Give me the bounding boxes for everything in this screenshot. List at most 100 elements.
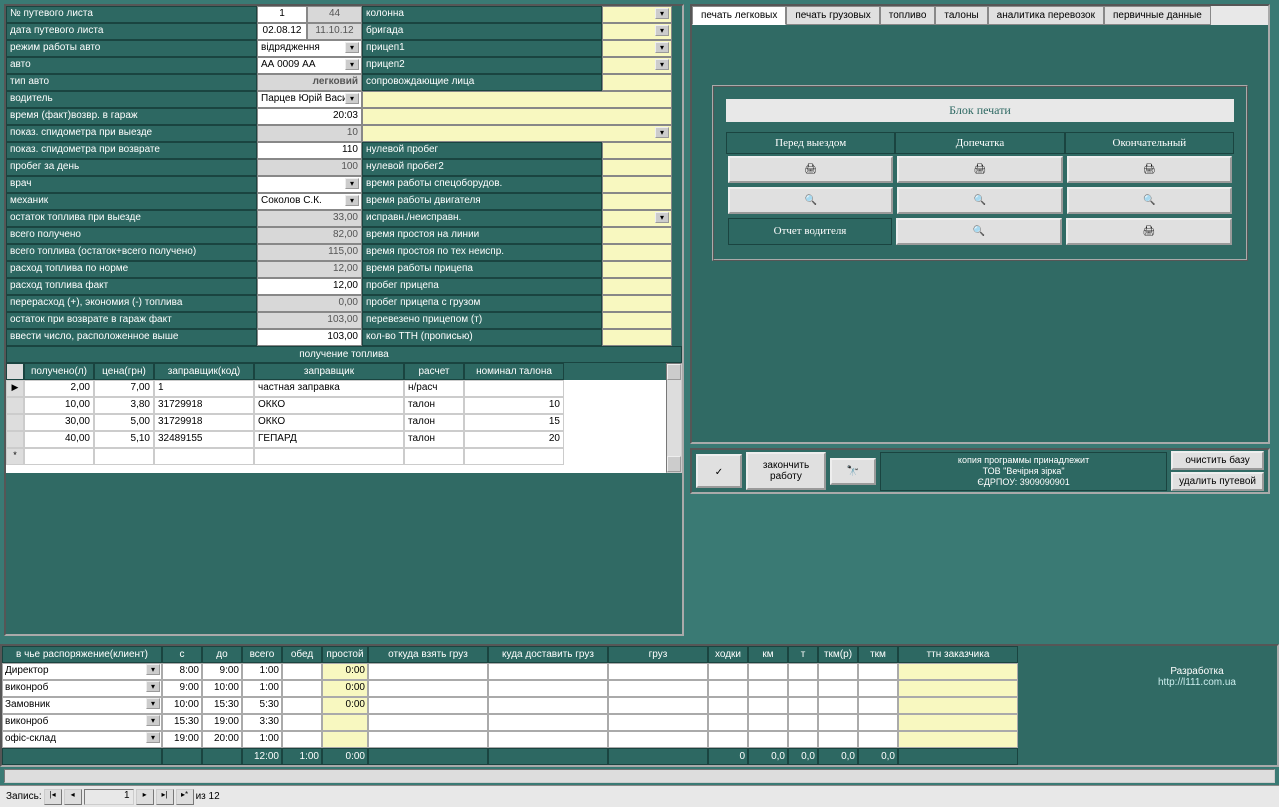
val-fuel-got[interactable]: 82,00 bbox=[257, 227, 362, 244]
fuel-row[interactable]: 30,005,0031729918ОККОталон15 bbox=[6, 414, 666, 431]
r-val-7[interactable] bbox=[362, 125, 672, 142]
ok-button[interactable]: ✓ bbox=[696, 454, 742, 488]
r-val-5[interactable] bbox=[362, 91, 672, 108]
h-scroll[interactable] bbox=[4, 769, 1275, 783]
val-rest-fact[interactable]: 103,00 bbox=[257, 312, 362, 329]
preview-btn-2[interactable]: 🔍 bbox=[897, 187, 1062, 214]
tab-2[interactable]: топливо bbox=[880, 6, 936, 25]
dd-mode[interactable]: відрядження bbox=[257, 40, 362, 57]
fuel-h1: цена(грн) bbox=[94, 363, 154, 380]
val-odo-out[interactable]: 10 bbox=[257, 125, 362, 142]
tab-1[interactable]: печать грузовых bbox=[786, 6, 879, 25]
print-btn-1[interactable]: 🖨 bbox=[728, 156, 893, 183]
r-val-1[interactable] bbox=[602, 23, 672, 40]
sched-row[interactable]: Директор8:009:001:000:00 bbox=[2, 663, 1117, 680]
r-lbl-18: перевезено прицепом (т) bbox=[362, 312, 602, 329]
r-val-12[interactable] bbox=[602, 210, 672, 227]
sched-h-7: куда доставить груз bbox=[488, 646, 608, 663]
find-button[interactable]: 🔭 bbox=[830, 458, 876, 485]
print-btn-3[interactable]: 🖨 bbox=[1067, 156, 1232, 183]
tab-3[interactable]: талоны bbox=[935, 6, 987, 25]
fuel-h3: заправщик bbox=[254, 363, 404, 380]
fuel-h4: расчет bbox=[404, 363, 464, 380]
nav-next[interactable]: ▸ bbox=[136, 789, 154, 805]
finish-button[interactable]: закончить работу bbox=[746, 452, 826, 490]
sched-h-9: ходки bbox=[708, 646, 748, 663]
r-val-16[interactable] bbox=[602, 278, 672, 295]
val-enter[interactable]: 103,00 bbox=[257, 329, 362, 346]
tab-5[interactable]: первичные данные bbox=[1104, 6, 1211, 25]
r-val-9[interactable] bbox=[602, 159, 672, 176]
sched-h-14: ттн заказчика bbox=[898, 646, 1018, 663]
r-val-13[interactable] bbox=[602, 227, 672, 244]
r-val-8[interactable] bbox=[602, 142, 672, 159]
printer-icon: 🖨 bbox=[974, 164, 987, 175]
fuel-scroll[interactable] bbox=[666, 363, 682, 473]
tab-4[interactable]: аналитика перевозок bbox=[988, 6, 1104, 25]
nav-prev[interactable]: ◂ bbox=[64, 789, 82, 805]
delete-sheet-button[interactable]: удалить путевой bbox=[1171, 472, 1264, 491]
val-return[interactable]: 20:03 bbox=[257, 108, 362, 125]
val-fuel-total[interactable]: 115,00 bbox=[257, 244, 362, 261]
r-val-2[interactable] bbox=[602, 40, 672, 57]
r-val-14[interactable] bbox=[602, 244, 672, 261]
preview-btn-1[interactable]: 🔍 bbox=[728, 187, 893, 214]
val-no2[interactable]: 44 bbox=[307, 6, 362, 23]
val-fuel-rest[interactable]: 33,00 bbox=[257, 210, 362, 227]
clear-db-button[interactable]: очистить базу bbox=[1171, 451, 1264, 470]
val-no1[interactable]: 1 bbox=[257, 6, 307, 23]
sched-row[interactable]: виконроб9:0010:001:000:00 bbox=[2, 680, 1117, 697]
driver-report-label: Отчет водителя bbox=[728, 218, 892, 245]
dd-mech[interactable]: Соколов С.К. bbox=[257, 193, 362, 210]
val-fuel-fact[interactable]: 12,00 bbox=[257, 278, 362, 295]
sched-h-12: ткм(р) bbox=[818, 646, 858, 663]
sched-row[interactable]: Замовник10:0015:305:300:00 bbox=[2, 697, 1117, 714]
lbl-fuel-norm: расход топлива по норме bbox=[6, 261, 257, 278]
dd-doctor[interactable] bbox=[257, 176, 362, 193]
tab-0[interactable]: печать легковых bbox=[692, 6, 786, 25]
lbl-fuel-got: всего получено bbox=[6, 227, 257, 244]
val-over[interactable]: 0,00 bbox=[257, 295, 362, 312]
lbl-run: пробег за день bbox=[6, 159, 257, 176]
val-date1[interactable]: 02.08.12 bbox=[257, 23, 307, 40]
dev-link[interactable]: http://l111.com.ua bbox=[1158, 677, 1236, 688]
r-val-18[interactable] bbox=[602, 312, 672, 329]
r-val-19[interactable] bbox=[602, 329, 672, 346]
val-date2[interactable]: 11.10.12 bbox=[307, 23, 362, 40]
sched-h-1: с bbox=[162, 646, 202, 663]
sched-row[interactable]: виконроб15:3019:003:30 bbox=[2, 714, 1117, 731]
lbl-sheet-no: № путевого листа bbox=[6, 6, 257, 23]
r-val-10[interactable] bbox=[602, 176, 672, 193]
lbl-doctor: врач bbox=[6, 176, 257, 193]
nav-pos[interactable]: 1 bbox=[84, 789, 134, 805]
r-val-3[interactable] bbox=[602, 57, 672, 74]
val-run[interactable]: 100 bbox=[257, 159, 362, 176]
fuel-row[interactable]: 40,005,1032489155ГЕПАРДталон20 bbox=[6, 431, 666, 448]
val-fuel-norm[interactable]: 12,00 bbox=[257, 261, 362, 278]
sched-row[interactable]: офіс-склад19:0020:001:00 bbox=[2, 731, 1117, 748]
val-odo-in[interactable]: 110 bbox=[257, 142, 362, 159]
r-val-0[interactable] bbox=[602, 6, 672, 23]
r-val-6[interactable] bbox=[362, 108, 672, 125]
sched-h-2: до bbox=[202, 646, 242, 663]
r-val-17[interactable] bbox=[602, 295, 672, 312]
r-val-4[interactable] bbox=[602, 74, 672, 91]
nav-first[interactable]: |◂ bbox=[44, 789, 62, 805]
fuel-row[interactable]: ▶2,007,001частная заправкан/расч bbox=[6, 380, 666, 397]
r-val-15[interactable] bbox=[602, 261, 672, 278]
nav-last[interactable]: ▸| bbox=[156, 789, 174, 805]
r-val-11[interactable] bbox=[602, 193, 672, 210]
print-btn-2[interactable]: 🖨 bbox=[897, 156, 1062, 183]
driver-preview-btn[interactable]: 🔍 bbox=[896, 218, 1062, 245]
driver-print-btn[interactable]: 🖨 bbox=[1066, 218, 1232, 245]
dd-driver[interactable]: Парцев Юрій Васи bbox=[257, 91, 362, 108]
magnifier-icon: 🔍 bbox=[974, 195, 986, 206]
preview-btn-3[interactable]: 🔍 bbox=[1067, 187, 1232, 214]
lbl-date: дата путевого листа bbox=[6, 23, 257, 40]
nav-new[interactable]: ▸* bbox=[176, 789, 194, 805]
sched-h-10: км bbox=[748, 646, 788, 663]
dd-auto[interactable]: АА 0009 АА bbox=[257, 57, 362, 74]
fuel-row[interactable]: 10,003,8031729918ОККОталон10 bbox=[6, 397, 666, 414]
magnifier-icon: 🔍 bbox=[973, 226, 985, 237]
r-lbl-14: время простоя по тех неиспр. bbox=[362, 244, 602, 261]
